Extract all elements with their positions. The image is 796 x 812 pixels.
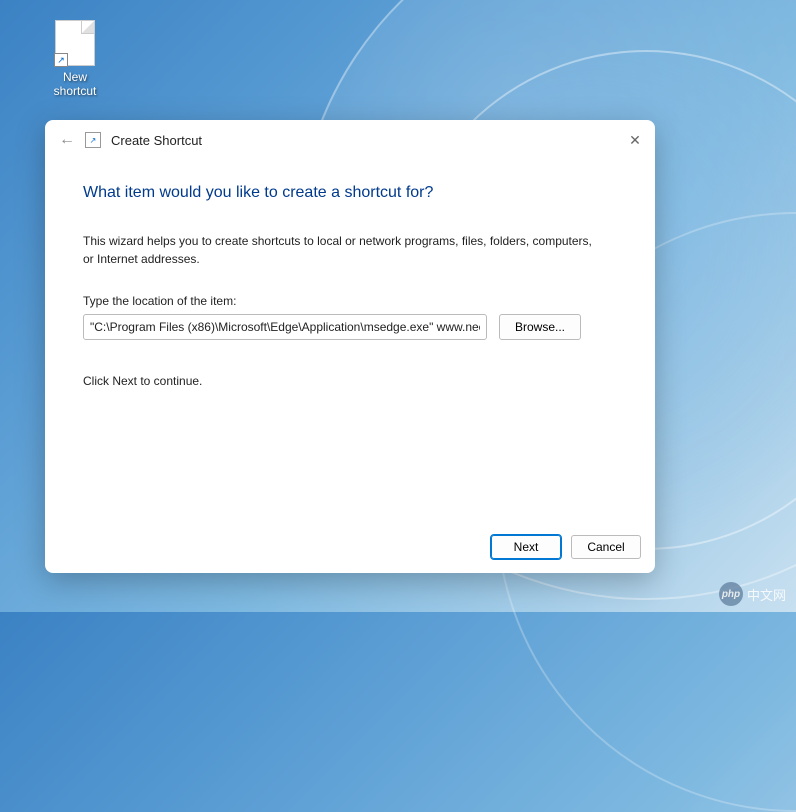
browse-button[interactable]: Browse... bbox=[499, 314, 581, 340]
watermark-logo-icon: php bbox=[719, 582, 743, 606]
file-icon: ↗ bbox=[55, 20, 95, 66]
desktop-shortcut-icon[interactable]: ↗ New shortcut bbox=[40, 20, 110, 98]
wizard-heading: What item would you like to create a sho… bbox=[83, 184, 617, 202]
back-arrow-icon[interactable]: ← bbox=[57, 130, 77, 150]
location-row: Browse... bbox=[83, 314, 617, 340]
next-button[interactable]: Next bbox=[491, 535, 561, 559]
dialog-footer: Next Cancel bbox=[45, 523, 655, 573]
watermark-text: 中文网 bbox=[747, 585, 786, 604]
dialog-title: Create Shortcut bbox=[111, 133, 202, 148]
dialog-header: ← ↗ Create Shortcut ✕ bbox=[45, 120, 655, 162]
cancel-button[interactable]: Cancel bbox=[571, 535, 641, 559]
create-shortcut-dialog: ← ↗ Create Shortcut ✕ What item would yo… bbox=[45, 120, 655, 573]
close-button[interactable]: ✕ bbox=[623, 128, 647, 152]
close-icon: ✕ bbox=[629, 132, 641, 149]
watermark: php 中文网 bbox=[719, 582, 786, 606]
location-input[interactable] bbox=[83, 314, 487, 340]
shortcut-overlay-icon: ↗ bbox=[54, 53, 68, 67]
continue-text: Click Next to continue. bbox=[83, 374, 617, 388]
dialog-body: What item would you like to create a sho… bbox=[45, 162, 655, 523]
location-label: Type the location of the item: bbox=[83, 294, 617, 308]
shortcut-mini-icon: ↗ bbox=[85, 132, 101, 148]
wizard-description: This wizard helps you to create shortcut… bbox=[83, 232, 603, 268]
desktop-icon-label: New shortcut bbox=[40, 70, 110, 98]
